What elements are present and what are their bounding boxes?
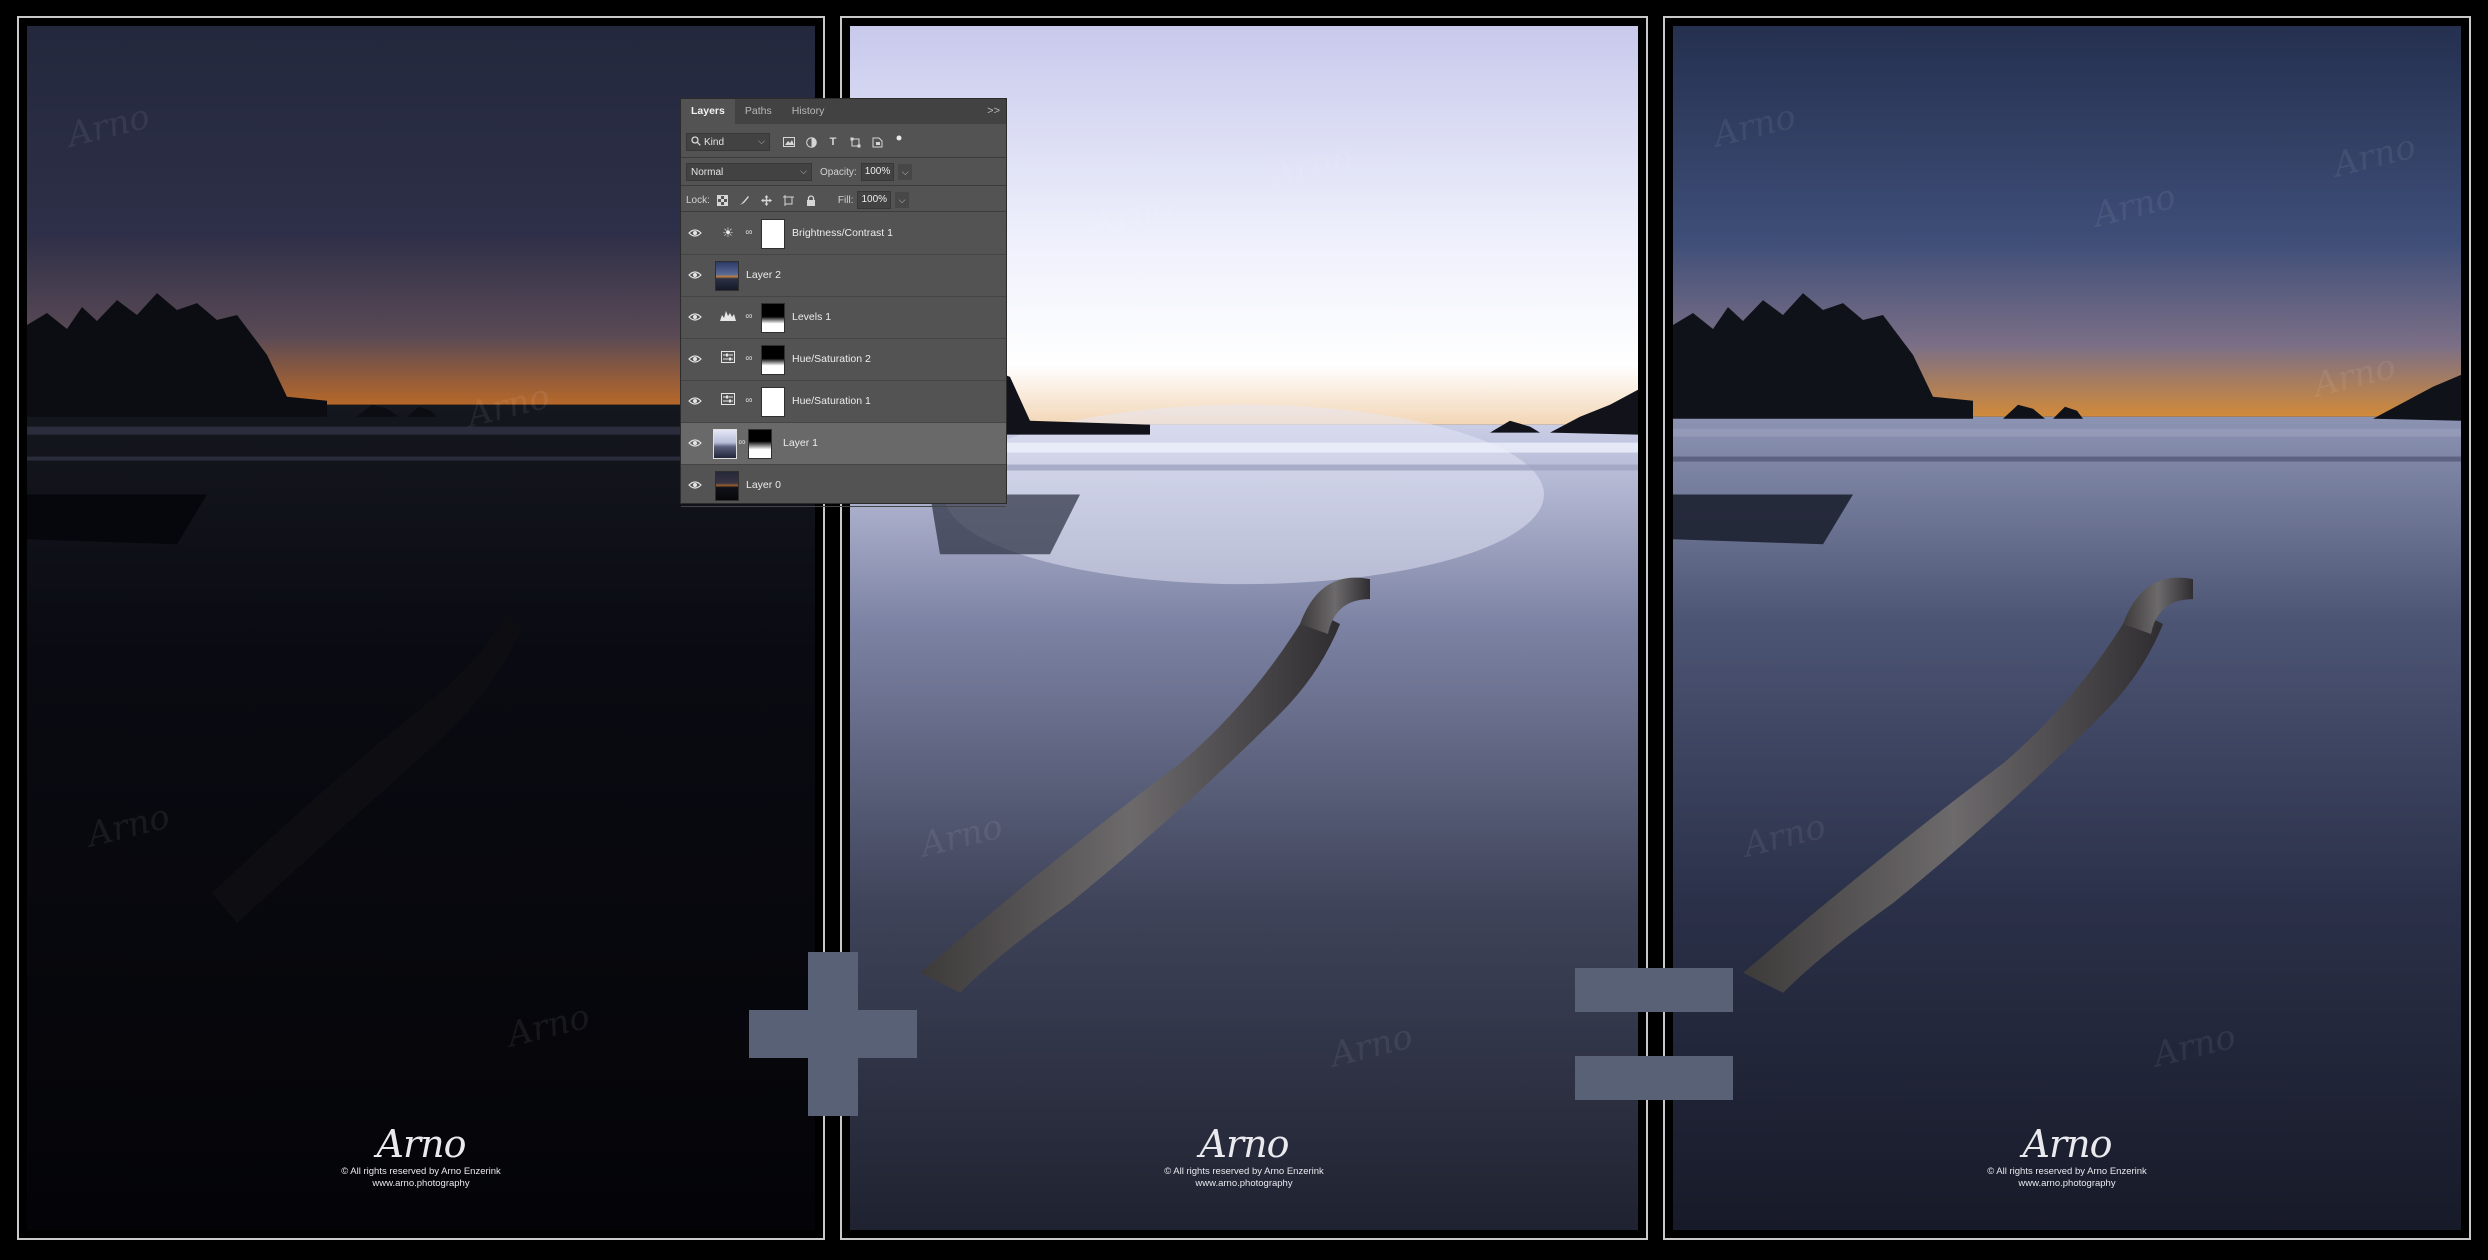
layer-name: Layer 2 [746,269,782,281]
lock-position-icon[interactable] [758,191,776,209]
layer-thumbnail[interactable] [713,429,737,459]
signature-logo: Arno [2022,1122,2113,1166]
lock-row: Lock: Fill: 100% ⌵ [681,188,1006,212]
visibility-eye-icon[interactable] [687,226,703,240]
filter-kind-label: Kind [704,136,725,148]
layer-row-layer-0[interactable]: Layer 0 [681,465,1006,507]
signature-logo: Arno [1199,1122,1290,1166]
layer-thumbnail[interactable] [715,471,739,501]
panel-menu-icon[interactable]: >> [987,99,1000,124]
layer-name: Hue/Saturation 2 [792,353,871,365]
layer-mask-thumbnail[interactable] [761,219,785,249]
pixel-layer-filter-icon[interactable] [780,133,798,151]
link-chain-icon[interactable]: ∞ [745,353,753,364]
levels-icon [719,308,737,326]
layer-mask-thumbnail[interactable] [761,387,785,417]
lock-all-icon[interactable] [802,191,820,209]
opacity-input[interactable]: 100% [860,163,895,181]
copyright-text: © All rights reserved by Arno Enzerink [341,1166,501,1177]
chevron-down-icon: ⌵ [758,136,765,146]
adjustment-layer-filter-icon[interactable] [802,133,820,151]
fill-dropdown-icon[interactable]: ⌵ [895,192,910,208]
layer-row-layer-2[interactable]: Layer 2 [681,255,1006,297]
photo-panel-result: Arno Arno Arno Arno Arno Arno Arno © All… [1663,16,2471,1240]
layer-mask-thumbnail[interactable] [761,345,785,375]
website-text: www.arno.photography [1195,1178,1293,1189]
filter-kind-select[interactable]: Kind ⌵ [686,133,770,151]
layer-thumbnail[interactable] [715,261,739,291]
link-chain-icon[interactable]: ∞ [745,395,753,406]
visibility-eye-icon[interactable] [687,478,703,492]
website-text: www.arno.photography [2018,1178,2116,1189]
plus-sign-horizontal [749,1010,917,1058]
link-chain-icon[interactable]: ∞ [738,437,746,448]
website-text: www.arno.photography [372,1178,470,1189]
blend-mode-select[interactable]: Normal ⌵ [686,163,812,181]
lock-label: Lock: [686,194,710,206]
link-chain-icon[interactable]: ∞ [745,311,753,322]
equals-sign-bottom-bar [1575,1056,1733,1100]
layer-list: ☀ ∞ Brightness/Contrast 1 Layer 2 ∞ Leve… [681,213,1006,507]
lock-transparent-pixels-icon[interactable] [714,191,732,209]
brightness-icon: ☀ [722,225,734,240]
layer-row-hue-saturation-1[interactable]: ∞ Hue/Saturation 1 [681,381,1006,423]
photo-result: Arno Arno Arno Arno Arno Arno Arno © All… [1673,26,2461,1230]
divider [681,185,1006,186]
visibility-eye-icon[interactable] [687,352,703,366]
opacity-dropdown-icon[interactable]: ⌵ [898,164,913,180]
tab-layers[interactable]: Layers [681,99,735,124]
photo-credit: Arno © All rights reserved by Arno Enzer… [27,1122,815,1190]
equals-sign-top-bar [1575,968,1733,1012]
smart-object-filter-icon[interactable] [868,133,886,151]
layer-mask-thumbnail[interactable] [748,429,772,459]
filter-toggle-icon[interactable] [890,133,908,151]
layer-row-levels[interactable]: ∞ Levels 1 [681,297,1006,339]
layer-name: Layer 0 [746,479,782,491]
fill-label: Fill: [837,194,854,206]
shape-layer-filter-icon[interactable] [846,133,864,151]
opacity-label: Opacity: [820,166,857,178]
visibility-eye-icon[interactable] [687,436,703,450]
blend-row: Normal ⌵ Opacity: 100% ⌵ [681,160,1006,184]
layer-name: Layer 1 [783,437,819,449]
visibility-eye-icon[interactable] [687,310,703,324]
lock-image-pixels-icon[interactable] [736,191,754,209]
visibility-eye-icon[interactable] [687,268,703,282]
layer-row-brightness-contrast[interactable]: ☀ ∞ Brightness/Contrast 1 [681,213,1006,255]
result-scene-image [1673,26,2461,1230]
layer-mask-thumbnail[interactable] [761,303,785,333]
lock-artboard-icon[interactable] [780,191,798,209]
copyright-text: © All rights reserved by Arno Enzerink [1164,1166,1324,1177]
divider [681,157,1006,158]
search-icon [691,135,701,149]
layer-name: Hue/Saturation 1 [792,395,871,407]
copyright-text: © All rights reserved by Arno Enzerink [1987,1166,2147,1177]
layer-row-layer-1[interactable]: ∞ Layer 1 [681,423,1006,465]
panel-tab-bar: Layers Paths History >> [681,99,1006,124]
visibility-eye-icon[interactable] [687,394,703,408]
layer-name: Levels 1 [792,311,832,323]
type-layer-filter-icon[interactable]: T [824,133,842,151]
tab-paths[interactable]: Paths [735,99,782,124]
tab-history[interactable]: History [782,99,835,124]
layers-panel: Layers Paths History >> Kind ⌵ T Normal … [681,99,1006,507]
divider [681,211,1006,212]
blend-mode-value: Normal [691,166,724,178]
layer-row-hue-saturation-2[interactable]: ∞ Hue/Saturation 2 [681,339,1006,381]
fill-input[interactable]: 100% [857,191,892,209]
hue-saturation-icon [719,350,737,368]
link-chain-icon[interactable]: ∞ [745,227,753,238]
layer-name: Brightness/Contrast 1 [792,227,893,239]
signature-logo: Arno [376,1122,467,1166]
photo-credit: Arno © All rights reserved by Arno Enzer… [1673,1122,2461,1190]
hue-saturation-icon [719,392,737,410]
chevron-down-icon: ⌵ [800,166,807,176]
photo-credit: Arno © All rights reserved by Arno Enzer… [850,1122,1638,1190]
filter-row: Kind ⌵ T [681,130,1006,154]
